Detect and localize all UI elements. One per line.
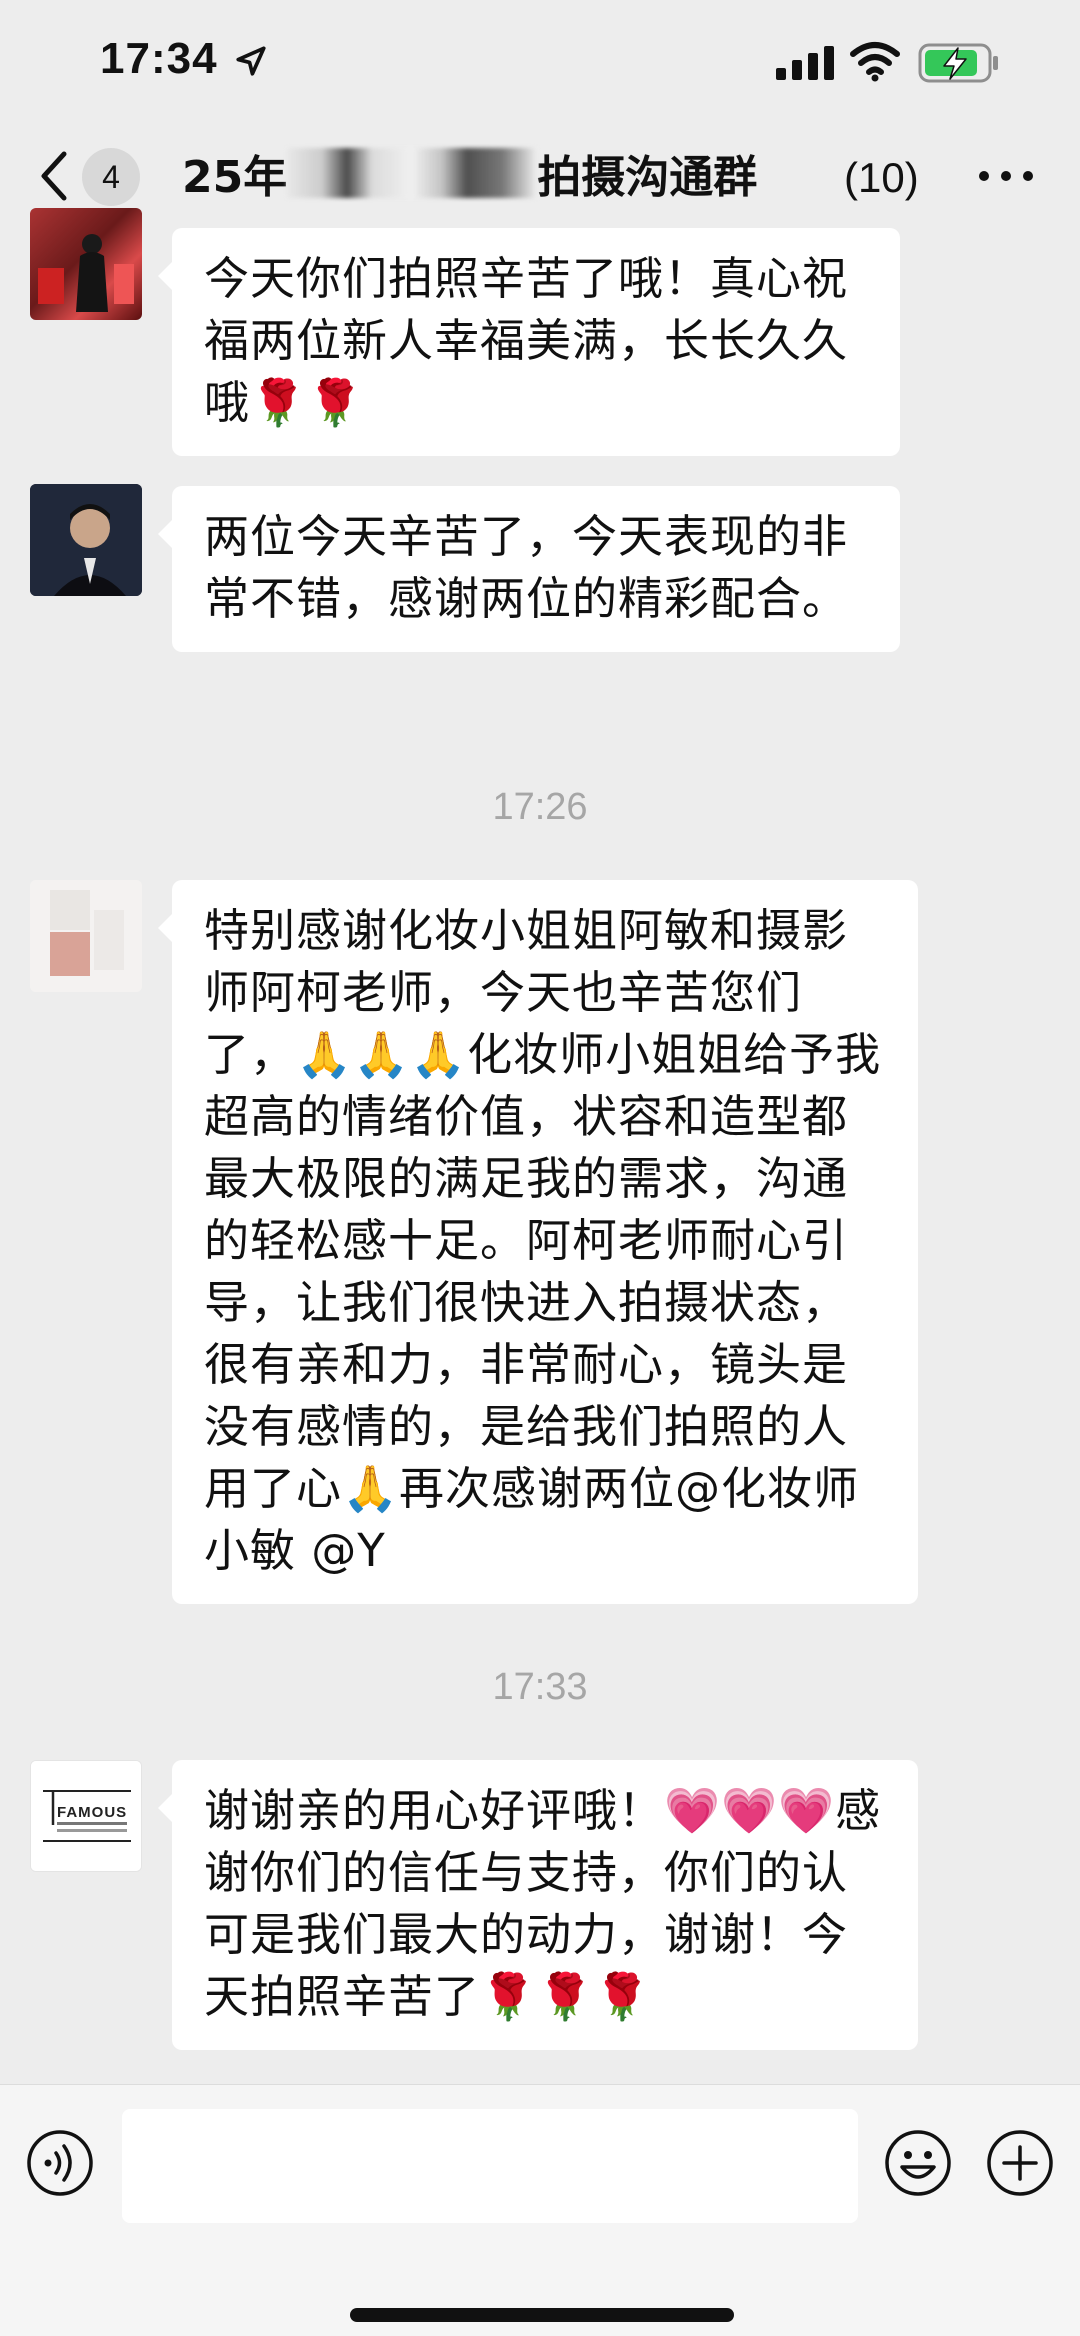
status-time: 17:34 [100,34,218,83]
chat-header: 4 25年 拍摄沟通群 (10) [0,130,1080,222]
chat-screen: 17:34 4 25年 拍摄沟通群 (10) 今天你们拍照辛苦了哦！真心祝福两位… [0,0,1080,2336]
chat-title: 25年 拍摄沟通群 [182,148,757,208]
famous-logo-icon: FAMOUS [31,1761,141,1871]
svg-text:FAMOUS: FAMOUS [57,1804,127,1821]
avatar[interactable] [30,484,142,596]
message-text: 特别感谢化妆小姐姐阿敏和摄影师阿柯老师，今天也辛苦您们了，🙏🙏🙏化妆师小姐姐给予… [204,904,882,1577]
emoji-icon[interactable] [884,2129,952,2197]
avatar-logo[interactable]: FAMOUS [30,1760,142,1872]
redacted-title-blur [287,148,538,198]
message-text: 两位今天辛苦了，今天表现的非常不错，感谢两位的精彩配合。 [204,510,849,625]
avatar-photo [38,234,134,312]
more-icon[interactable] [976,154,1036,198]
chat-title-prefix: 25年 [182,152,288,203]
chat-title-suffix: 拍摄沟通群 [537,152,758,203]
avatar-photo [30,484,142,596]
message-bubble[interactable]: 两位今天辛苦了，今天表现的非常不错，感谢两位的精彩配合。 [158,486,900,652]
message-text: 今天你们拍照辛苦了哦！真心祝福两位新人幸福美满，长长久久哦🌹🌹 [204,252,849,429]
location-arrow-icon [236,46,266,76]
status-bar: 17:34 [0,0,1080,130]
voice-icon[interactable] [26,2129,94,2197]
signal-icon [776,46,834,80]
home-indicator[interactable] [350,2308,734,2322]
avatar-photo [30,880,142,992]
message-bubble[interactable]: 特别感谢化妆小姐姐阿敏和摄影师阿柯老师，今天也辛苦您们了，🙏🙏🙏化妆师小姐姐给予… [158,880,918,1604]
input-bar [0,2084,1080,2336]
avatar[interactable] [30,880,142,992]
back-icon[interactable] [36,148,72,204]
message-timestamp: 17:26 [492,786,588,828]
wifi-icon [850,42,900,82]
message-bubble[interactable]: 今天你们拍照辛苦了哦！真心祝福两位新人幸福美满，长长久久哦🌹🌹 [158,228,900,456]
message-timestamp: 17:33 [492,1666,588,1708]
unread-badge[interactable]: 4 [82,148,140,206]
avatar[interactable] [30,208,142,320]
member-count: (10) [844,154,919,201]
message-input[interactable] [122,2109,858,2223]
message-text: 谢谢亲的用心好评哦！💗💗💗感谢你们的信任与支持，你们的认可是我们最大的动力，谢谢… [204,1784,882,2023]
message-bubble[interactable]: 谢谢亲的用心好评哦！💗💗💗感谢你们的信任与支持，你们的认可是我们最大的动力，谢谢… [158,1760,918,2050]
battery-charging-icon [918,43,998,83]
plus-icon[interactable] [986,2129,1054,2197]
